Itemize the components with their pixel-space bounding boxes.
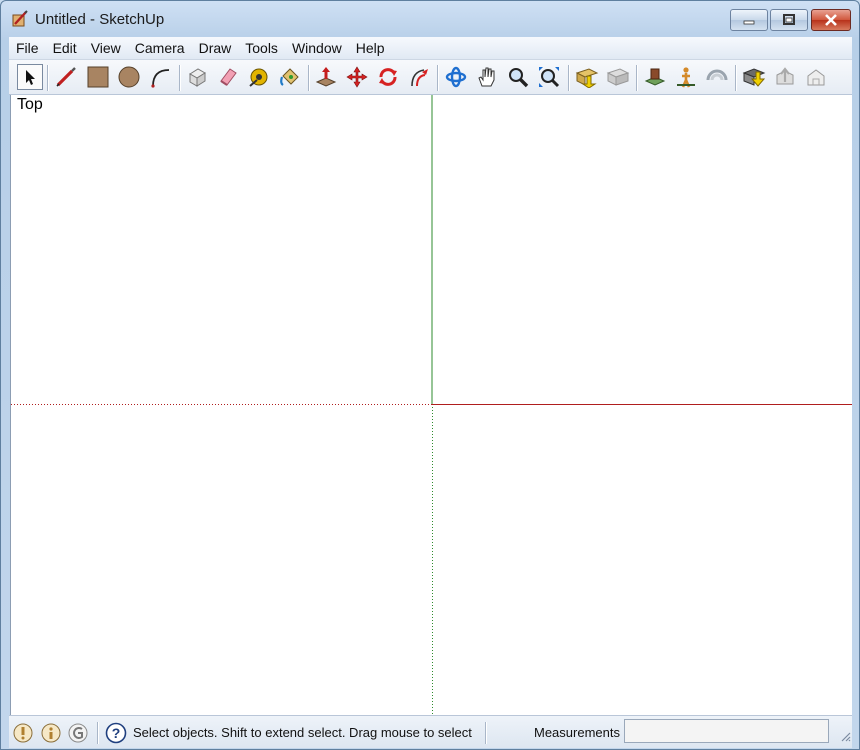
look-around-icon bbox=[706, 69, 728, 81]
move-icon bbox=[346, 66, 368, 88]
menu-help[interactable]: Help bbox=[349, 37, 392, 59]
toolbar-separator bbox=[437, 65, 438, 91]
next-view-icon bbox=[606, 68, 630, 86]
rotate-tool-button[interactable] bbox=[375, 64, 401, 90]
push-pull-tool-button[interactable] bbox=[313, 64, 339, 90]
resize-grip-icon[interactable] bbox=[839, 730, 851, 742]
measurements-label: Measurements bbox=[534, 725, 620, 740]
zoom-extents-tool-button[interactable] bbox=[536, 64, 562, 90]
rectangle-icon bbox=[87, 66, 109, 88]
menu-draw[interactable]: Draw bbox=[192, 37, 239, 59]
pencil-tool-button[interactable] bbox=[53, 64, 79, 90]
walk-icon bbox=[677, 67, 695, 88]
sketchup-window: Untitled - SketchUp File Edit View Camer… bbox=[0, 0, 860, 750]
toolbar-separator bbox=[308, 65, 309, 91]
share-component-tool-button[interactable] bbox=[803, 64, 829, 90]
arc-tool-button[interactable] bbox=[147, 64, 173, 90]
previous-view-tool-button[interactable] bbox=[574, 64, 600, 90]
close-icon bbox=[825, 14, 837, 26]
share-model-tool-button[interactable] bbox=[772, 64, 798, 90]
offset-icon bbox=[411, 69, 428, 87]
geolocation-icon[interactable] bbox=[13, 723, 33, 743]
axes-overlay bbox=[11, 95, 852, 715]
toolbar-separator bbox=[179, 65, 180, 91]
status-message: Select objects. Shift to extend select. … bbox=[133, 725, 472, 740]
rectangle-tool-button[interactable] bbox=[85, 64, 111, 90]
arrow-cursor-icon bbox=[26, 70, 35, 85]
toolbar-separator bbox=[47, 65, 48, 91]
getting-started-toolbar bbox=[9, 59, 852, 95]
menu-edit[interactable]: Edit bbox=[46, 37, 84, 59]
look-around-tool-button[interactable] bbox=[704, 64, 730, 90]
menu-bar: File Edit View Camera Draw Tools Window … bbox=[9, 37, 852, 59]
select-tool-button[interactable] bbox=[17, 64, 43, 90]
toolbar-separator bbox=[735, 65, 736, 91]
pencil-icon bbox=[56, 67, 76, 87]
toolbar-separator bbox=[568, 65, 569, 91]
rotate-icon bbox=[379, 68, 397, 86]
paint-bucket-icon bbox=[280, 68, 299, 86]
zoom-icon bbox=[509, 68, 529, 88]
question-mark-icon[interactable]: ? bbox=[105, 722, 127, 744]
component-icon bbox=[189, 68, 206, 87]
circle-icon bbox=[118, 66, 140, 88]
minimize-button[interactable] bbox=[730, 9, 768, 31]
orbit-icon bbox=[445, 66, 467, 88]
status-separator bbox=[97, 722, 98, 744]
move-tool-button[interactable] bbox=[344, 64, 370, 90]
minimize-icon bbox=[743, 20, 755, 25]
title-bar: Untitled - SketchUp bbox=[1, 1, 859, 37]
drawing-viewport[interactable]: Top bbox=[10, 95, 852, 715]
svg-text:?: ? bbox=[112, 725, 121, 741]
pan-tool-button[interactable] bbox=[474, 64, 500, 90]
status-bar: ? Select objects. Shift to extend select… bbox=[9, 715, 852, 748]
position-camera-tool-button[interactable] bbox=[642, 64, 668, 90]
paint-bucket-tool-button[interactable] bbox=[277, 64, 303, 90]
sketchup-app-icon bbox=[12, 10, 28, 27]
eraser-icon bbox=[220, 68, 237, 86]
walk-tool-button[interactable] bbox=[673, 64, 699, 90]
tape-measure-icon bbox=[249, 68, 268, 87]
position-camera-icon bbox=[644, 68, 666, 86]
menu-view[interactable]: View bbox=[84, 37, 128, 59]
restore-button[interactable] bbox=[770, 9, 808, 31]
arc-icon bbox=[151, 69, 170, 88]
tape-measure-tool-button[interactable] bbox=[246, 64, 272, 90]
get-models-tool-button[interactable] bbox=[741, 64, 767, 90]
share-component-icon bbox=[807, 69, 825, 86]
credits-icon[interactable] bbox=[41, 723, 61, 743]
next-view-tool-button[interactable] bbox=[605, 64, 631, 90]
window-title: Untitled - SketchUp bbox=[35, 11, 165, 28]
zoom-extents-icon bbox=[539, 67, 560, 88]
pan-hand-icon bbox=[478, 67, 495, 87]
eraser-tool-button[interactable] bbox=[215, 64, 241, 90]
status-separator bbox=[485, 722, 486, 744]
push-pull-icon bbox=[315, 67, 337, 87]
menu-camera[interactable]: Camera bbox=[128, 37, 192, 59]
offset-tool-button[interactable] bbox=[406, 64, 432, 90]
get-models-icon bbox=[742, 68, 766, 87]
sign-in-icon[interactable] bbox=[68, 723, 88, 743]
restore-icon bbox=[783, 14, 795, 25]
orbit-tool-button[interactable] bbox=[443, 64, 469, 90]
zoom-tool-button[interactable] bbox=[505, 64, 531, 90]
close-button[interactable] bbox=[811, 9, 851, 31]
measurements-input[interactable] bbox=[624, 719, 829, 743]
share-model-icon bbox=[776, 67, 794, 85]
previous-view-icon bbox=[575, 68, 599, 88]
menu-tools[interactable]: Tools bbox=[238, 37, 285, 59]
circle-tool-button[interactable] bbox=[116, 64, 142, 90]
toolbar-separator bbox=[636, 65, 637, 91]
menu-window[interactable]: Window bbox=[285, 37, 349, 59]
make-component-tool-button[interactable] bbox=[184, 64, 210, 90]
menu-file[interactable]: File bbox=[9, 37, 46, 59]
